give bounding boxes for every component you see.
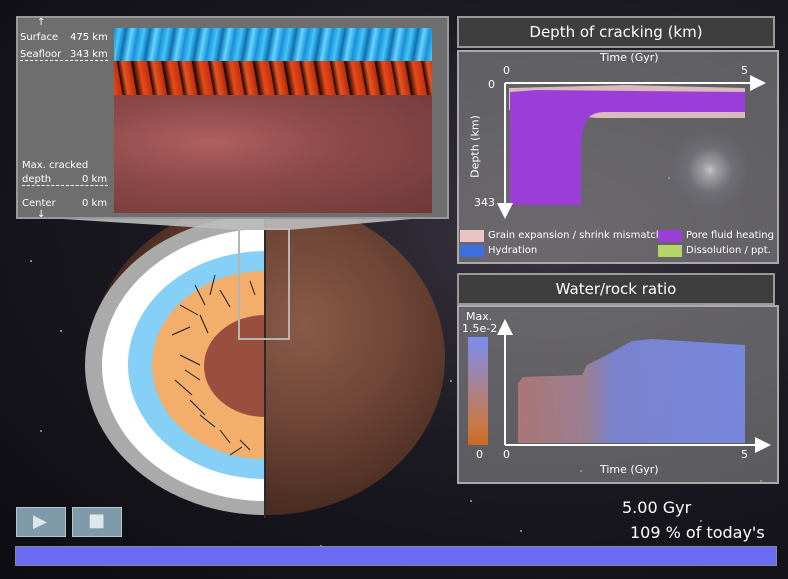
pore-fluid-heating-area bbox=[510, 90, 745, 205]
grain-expansion-swatch bbox=[460, 230, 484, 242]
center-label: Center bbox=[22, 198, 56, 209]
legend-grain-expansion: Grain expansion / shrink mismatch bbox=[488, 230, 663, 241]
water-rock-plot bbox=[497, 319, 771, 453]
seafloor-label: Seafloor bbox=[20, 49, 62, 60]
max-cracked-label: Max. cracked bbox=[22, 160, 89, 171]
dissolution-swatch bbox=[658, 245, 682, 257]
center-value: 0 km bbox=[82, 198, 108, 209]
pore-fluid-swatch bbox=[658, 230, 682, 242]
time-value: 5.00 bbox=[622, 498, 658, 517]
cracked-crust-layer bbox=[114, 61, 432, 95]
progress-fill bbox=[16, 547, 776, 565]
zoom-region-box bbox=[238, 228, 290, 340]
surface-value: 475 km bbox=[70, 32, 108, 43]
age-value: 109 bbox=[630, 523, 661, 542]
cracking-chart-title: Depth of cracking (km) bbox=[457, 16, 775, 48]
stop-icon: ■ bbox=[88, 510, 106, 531]
hydration-swatch bbox=[460, 245, 484, 257]
ocean-layer bbox=[114, 28, 432, 61]
surface-label: Surface bbox=[20, 32, 59, 43]
max-cracked-value: 0 km bbox=[82, 174, 108, 185]
legend-pore-fluid: Pore fluid heating bbox=[686, 230, 774, 241]
time-unit: Gyr bbox=[662, 498, 692, 517]
up-arrow-icon: ↑ bbox=[37, 17, 46, 28]
stop-button[interactable]: ■ bbox=[72, 507, 122, 537]
max-cracked-label-2: depth bbox=[22, 174, 52, 185]
water-rock-area bbox=[518, 339, 745, 443]
progress-track[interactable] bbox=[15, 546, 777, 566]
down-arrow-icon: ↓ bbox=[37, 209, 46, 220]
time-readout: 5.00 Gyr bbox=[622, 498, 691, 517]
play-button[interactable]: ▶ bbox=[16, 507, 66, 537]
water-rock-title: Water/rock ratio bbox=[457, 273, 775, 305]
play-icon: ▶ bbox=[33, 511, 47, 532]
legend-hydration: Hydration bbox=[488, 245, 538, 256]
cracking-chart-plot bbox=[497, 75, 766, 219]
legend-dissolution: Dissolution / ppt. bbox=[686, 245, 771, 256]
seafloor-value: 343 km bbox=[70, 49, 108, 60]
rock-layer bbox=[114, 95, 432, 213]
